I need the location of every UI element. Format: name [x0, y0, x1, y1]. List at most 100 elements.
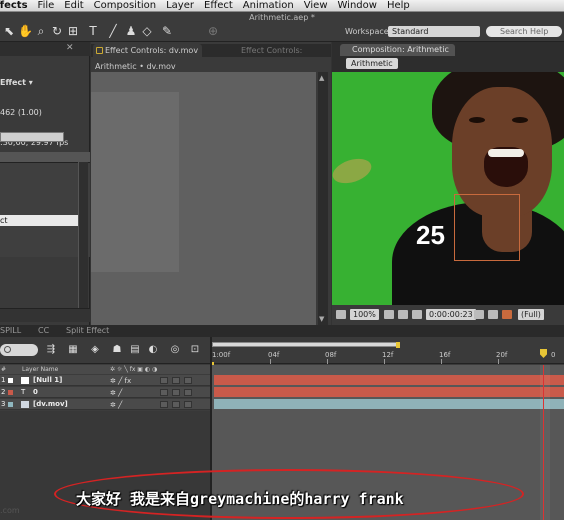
tracking-box[interactable]	[454, 194, 520, 261]
layer-row[interactable]: 1 [Null 1] ✲ ╱ fx	[0, 375, 210, 386]
safe-zones-icon[interactable]	[384, 310, 394, 319]
person-eye	[469, 117, 485, 123]
stamp-tool-icon[interactable]: ♟	[124, 24, 138, 38]
layer-name[interactable]: [dv.mov]	[33, 399, 68, 410]
brush-tool-icon[interactable]: ╱	[106, 24, 120, 38]
menu-edit[interactable]: Edit	[59, 0, 88, 12]
live-update-icon[interactable]: ▦	[66, 344, 80, 356]
puppet-tool-icon[interactable]: ✎	[160, 24, 174, 38]
switch-box[interactable]	[172, 401, 180, 408]
layer-name[interactable]: 0	[33, 387, 38, 398]
effect-controls-scrollbar[interactable]: ▲ ▼	[318, 72, 328, 325]
tab-effect-controls-2[interactable]: Effect Controls:	[241, 44, 302, 57]
draft-3d-icon[interactable]: ◈	[88, 344, 102, 356]
hand-tool-icon[interactable]: ✋	[18, 24, 33, 38]
work-area-bar[interactable]	[212, 342, 400, 347]
zoom-select[interactable]: 100%	[350, 309, 379, 320]
layer-duration-bar[interactable]	[214, 375, 564, 385]
ruler-label: 12f	[382, 351, 394, 359]
label-color-chip[interactable]	[8, 390, 13, 395]
axis-mode-icon[interactable]: ⊕	[206, 24, 220, 38]
switch-box[interactable]	[184, 389, 192, 396]
search-icon	[4, 346, 11, 353]
switch-box[interactable]	[184, 377, 192, 384]
composition-breadcrumb[interactable]: Arithmetic	[346, 58, 398, 69]
lock-icon[interactable]	[96, 47, 103, 54]
menu-layer[interactable]: Layer	[161, 0, 199, 12]
switch-box[interactable]	[160, 401, 168, 408]
layer-switches[interactable]: ✲ ╱ fx	[110, 376, 131, 387]
project-list-item[interactable]: ct	[0, 215, 78, 226]
motion-blur-icon[interactable]: ◐	[146, 344, 160, 356]
project-scrollbar[interactable]	[78, 162, 88, 312]
always-preview-icon[interactable]	[336, 310, 346, 319]
camera-tool-icon[interactable]: ⊞	[66, 24, 80, 38]
tab-effect-controls[interactable]: Effect Controls: dv.mov	[93, 44, 203, 57]
switch-box[interactable]	[160, 377, 168, 384]
comp-mini-flowchart-icon[interactable]: ⇶	[44, 344, 58, 356]
timecode-display[interactable]: 0:00:00:23	[426, 309, 476, 320]
camera-icon[interactable]	[474, 310, 484, 319]
menu-effect[interactable]: Effect	[199, 0, 238, 12]
switch-box[interactable]	[160, 389, 168, 396]
zoom-tool-icon[interactable]: ⌕	[34, 24, 48, 38]
label-color-chip[interactable]	[8, 402, 13, 407]
layer-name[interactable]: [Null 1]	[33, 375, 62, 386]
layer-row[interactable]: 3 [dv.mov] ✲ ╱	[0, 399, 210, 410]
switch-box[interactable]	[172, 389, 180, 396]
label-color-chip[interactable]	[8, 378, 13, 383]
column-layer-name[interactable]: Layer Name	[22, 365, 58, 374]
playhead-band	[540, 365, 550, 520]
tab-split-effect[interactable]: Split Effect	[66, 325, 109, 337]
playhead-line[interactable]	[543, 365, 544, 520]
ruler-label: 20f	[496, 351, 508, 359]
time-ruler[interactable]: 1:00f 04f 08f 12f 16f 20f 0	[210, 337, 564, 371]
scroll-up-icon[interactable]: ▲	[319, 74, 324, 82]
channel-icon[interactable]	[502, 310, 512, 319]
layer-duration-bar[interactable]	[214, 399, 564, 409]
show-snapshot-icon[interactable]	[488, 310, 498, 319]
selection-tool-icon[interactable]: ⬉	[2, 24, 16, 38]
layer-duration-bar[interactable]	[214, 387, 564, 397]
eraser-tool-icon[interactable]: ◇	[140, 24, 154, 38]
composition-panel: Composition: Arithmetic Arithmetic 25 10…	[332, 42, 564, 325]
toolbar: Arithmetic.aep * ⬉ ✋ ⌕ ↻ ⊞ T ╱ ♟ ◇ ✎ ⊕ W…	[0, 12, 564, 42]
scroll-down-icon[interactable]: ▼	[319, 315, 324, 323]
layer-number: 2	[1, 388, 6, 396]
work-area-end[interactable]	[396, 342, 400, 348]
mask-icon[interactable]	[412, 310, 422, 319]
subtitle-text: 大家好 我是来自greymachine的harry frank	[76, 490, 404, 508]
frame-blending-icon[interactable]: ▤	[128, 344, 142, 356]
graph-editor-icon[interactable]: ◎	[168, 344, 182, 356]
switch-box[interactable]	[172, 377, 180, 384]
menu-file[interactable]: File	[33, 0, 60, 12]
menu-view[interactable]: View	[299, 0, 333, 12]
menu-app[interactable]: ffects	[0, 0, 33, 12]
switch-box[interactable]	[184, 401, 192, 408]
menu-composition[interactable]: Composition	[89, 0, 161, 12]
tab-cc[interactable]: CC	[38, 325, 49, 337]
tab-composition[interactable]: Composition: Arithmetic	[340, 44, 455, 56]
layer-switches[interactable]: ✲ ╱	[110, 400, 122, 411]
null-layer-icon	[21, 377, 29, 384]
project-column-header	[0, 152, 90, 162]
text-tool-icon[interactable]: T	[86, 24, 100, 38]
menu-bar: ffects File Edit Composition Layer Effec…	[0, 0, 564, 12]
close-icon[interactable]: ✕	[66, 43, 74, 53]
menu-animation[interactable]: Animation	[238, 0, 299, 12]
search-help-input[interactable]: Search Help	[486, 26, 562, 37]
rotate-tool-icon[interactable]: ↻	[50, 24, 64, 38]
hide-shy-layers-icon[interactable]: ☗	[110, 344, 124, 356]
grid-icon[interactable]	[398, 310, 408, 319]
layer-row[interactable]: 2 T 0 ✲ ╱	[0, 387, 210, 398]
layer-switches[interactable]: ✲ ╱	[110, 388, 122, 399]
tab-spill[interactable]: SPILL	[0, 325, 21, 337]
brainstorm-icon[interactable]: ⊡	[188, 344, 202, 356]
workspace-select[interactable]: Standard	[388, 26, 480, 37]
menu-help[interactable]: Help	[382, 0, 415, 12]
ruler-tick	[441, 359, 442, 364]
quality-select[interactable]: (Full)	[518, 309, 544, 320]
playhead-handle[interactable]	[540, 349, 547, 358]
menu-window[interactable]: Window	[333, 0, 382, 12]
composition-viewer[interactable]: 25	[332, 72, 564, 305]
